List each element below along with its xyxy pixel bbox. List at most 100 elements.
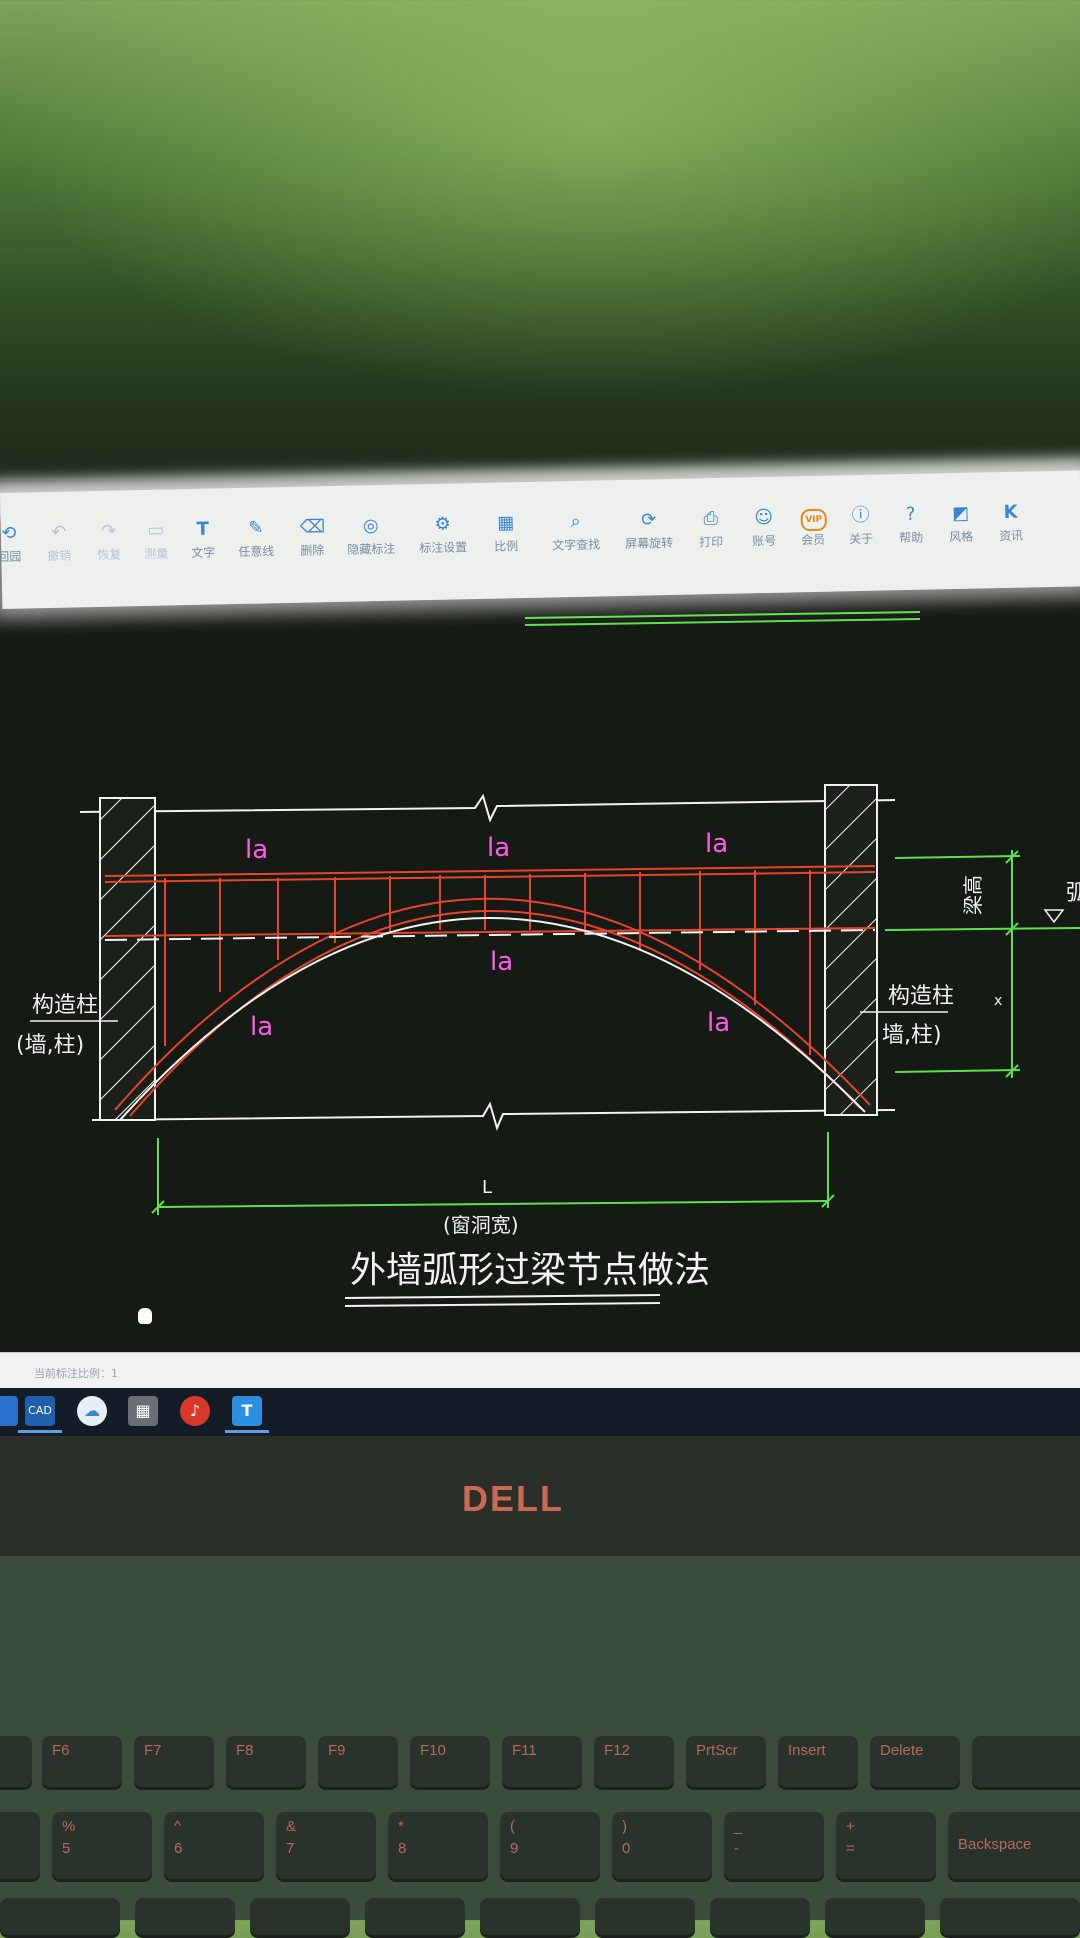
elevation-marker-icon <box>1043 909 1065 924</box>
style-icon: ◩ <box>951 502 970 525</box>
keyboard-key[interactable]: + = <box>836 1812 936 1882</box>
keyboard-key[interactable]: _ - <box>724 1812 824 1882</box>
keyboard-key[interactable] <box>940 1898 1080 1938</box>
right-partial-label: 弧 <box>1066 881 1080 906</box>
netease-music-icon[interactable]: ♪ <box>180 1396 210 1426</box>
cad-viewer-icon[interactable]: CAD <box>25 1396 55 1426</box>
cad-drawing-area[interactable]: la la la la la la 构造柱 (墙,柱) 构造柱 墙,柱) 梁高 … <box>0 480 1080 1405</box>
keyboard-key[interactable]: ) 0 <box>612 1812 712 1882</box>
keyboard-key[interactable] <box>0 1898 120 1938</box>
cad-toolbar: ⟲ 回园 ↶ 撤销 ↷ 恢复 ▭ 测量 T 文字 ✎ 任意线 ⌫ 删除 ◎ 隐藏标注 ⚙ 标注设置… <box>0 470 1080 609</box>
tool-annotation-settings[interactable]: ⚙ 标注设置 <box>413 513 474 556</box>
right-column <box>824 784 878 1116</box>
la-label: la <box>707 1008 730 1038</box>
span-note: (窗洞宽) <box>443 1213 519 1237</box>
keyboard-key[interactable]: (9 <box>500 1812 600 1882</box>
keyboard-key[interactable] <box>595 1898 695 1938</box>
keyboard-key[interactable]: F7 <box>134 1736 214 1790</box>
span-dimension <box>151 1132 835 1215</box>
keyboard-deck: F6 F7 F8 F9 F10 F11 F12 PrtScr Insert De… <box>0 1616 1080 1938</box>
top-break-line <box>79 793 896 823</box>
keyboard-key[interactable] <box>972 1736 1080 1790</box>
calculator-icon[interactable]: ▦ <box>128 1396 158 1426</box>
info-icon: ⓘ <box>851 504 870 527</box>
typora-icon[interactable]: T <box>232 1396 262 1426</box>
la-label: la <box>490 947 513 977</box>
keyboard-key[interactable]: F8 <box>226 1736 306 1790</box>
right-column-sublabel: 墙,柱) <box>882 1023 942 1048</box>
keyboard-key[interactable]: % 5 <box>52 1812 152 1882</box>
keyboard-key[interactable]: Insert <box>778 1736 858 1790</box>
keyboard-key[interactable]: Delete <box>870 1736 960 1790</box>
eye-hide-icon: ◎ <box>362 515 379 537</box>
keyboard-key[interactable] <box>825 1898 925 1938</box>
left-column-sublabel: (墙,柱) <box>16 1033 84 1058</box>
tool-scale[interactable]: ▦ 比例 <box>476 512 537 555</box>
left-column-label: 构造柱 <box>32 993 98 1018</box>
keyboard-key[interactable] <box>480 1898 580 1938</box>
eraser-icon: ⌫ <box>299 516 326 538</box>
tool-rotate-screen[interactable]: ⟳ 屏幕旋转 <box>618 509 679 552</box>
keyboard-key[interactable] <box>365 1898 465 1938</box>
help-icon: ? <box>905 503 916 526</box>
la-label: la <box>487 833 510 863</box>
keyboard-key[interactable]: PrtScr <box>686 1736 766 1790</box>
keyboard-key[interactable]: F6 <box>42 1736 122 1790</box>
keyboard-key[interactable]: * 8 <box>388 1812 488 1882</box>
right-column-label: 构造柱 <box>888 984 954 1009</box>
la-label: la <box>245 835 268 865</box>
cloud-icon[interactable]: ☁ <box>77 1396 107 1426</box>
keyboard-key[interactable]: F9 <box>318 1736 398 1790</box>
tool-news[interactable]: K 资讯 <box>980 501 1041 544</box>
active-app-indicator <box>225 1430 269 1433</box>
status-text: 当前标注比例：1 <box>34 1367 118 1380</box>
arc-lintel-detail-drawing: la la la la la la 构造柱 (墙,柱) 构造柱 墙,柱) 梁高 … <box>16 611 1080 1307</box>
keyboard-key[interactable]: ^ 6 <box>164 1812 264 1882</box>
keyboard-key[interactable] <box>0 1736 32 1790</box>
span-label: L <box>482 1177 492 1198</box>
keyboard-key[interactable] <box>135 1898 235 1938</box>
user-icon: ☺ <box>754 506 774 529</box>
x-dimension-label: x <box>994 993 1002 1009</box>
la-label: la <box>705 829 728 859</box>
rotate-screen-icon: ⟳ <box>640 509 657 531</box>
pen-icon: ✎ <box>248 517 264 539</box>
beam-height-label: 梁高 <box>961 875 985 915</box>
print-icon: ⎙ <box>703 507 719 530</box>
keyboard-key[interactable] <box>250 1898 350 1938</box>
keyboard-key[interactable]: F10 <box>410 1736 490 1790</box>
undo-icon: ↶ <box>51 521 67 543</box>
top-title-underline-1 <box>524 611 921 619</box>
tool-freeline[interactable]: ✎ 任意线 <box>226 517 287 560</box>
hand-cursor-icon <box>138 1308 152 1324</box>
la-label: la <box>250 1012 273 1042</box>
beam-rebar <box>104 865 876 1117</box>
keyboard-key[interactable] <box>710 1898 810 1938</box>
status-bar: 当前标注比例：1 <box>0 1352 1080 1389</box>
active-app-indicator <box>18 1430 62 1433</box>
top-title-underline-2 <box>524 618 921 626</box>
drawing-title: 外墙弧形过梁节点做法 <box>350 1250 710 1291</box>
tool-text[interactable]: T 文字 <box>173 518 234 561</box>
keyboard-key[interactable]: F11 <box>502 1736 582 1790</box>
windows-taskbar: CAD ☁ ▦ ♪ T <box>0 1388 1080 1436</box>
tool-delete[interactable]: ⌫ 删除 <box>282 516 343 559</box>
tool-hide-annotations[interactable]: ◎ 隐藏标注 <box>341 515 402 558</box>
tool-print[interactable]: ⎙ 打印 <box>680 507 741 550</box>
keyboard-key[interactable] <box>0 1812 40 1882</box>
scale-icon: ▦ <box>497 512 515 534</box>
news-icon: K <box>1003 501 1018 523</box>
text-icon: T <box>196 518 210 540</box>
annotation-settings-icon: ⚙ <box>434 513 452 535</box>
backspace-key[interactable]: Backspace <box>948 1812 1080 1882</box>
monitor-bezel-glow <box>0 0 1080 400</box>
back-icon: ⟲ <box>1 522 17 544</box>
keyboard-key[interactable]: F12 <box>594 1736 674 1790</box>
app-icon[interactable] <box>0 1396 18 1426</box>
tool-text-search[interactable]: ⌕ 文字查找 <box>546 510 607 553</box>
vip-icon: VIP <box>800 506 827 532</box>
text-search-icon: ⌕ <box>570 510 581 533</box>
keyboard-key[interactable]: & 7 <box>276 1812 376 1882</box>
dell-logo: DELL <box>462 1478 564 1519</box>
laptop-hinge <box>0 1556 1080 1616</box>
